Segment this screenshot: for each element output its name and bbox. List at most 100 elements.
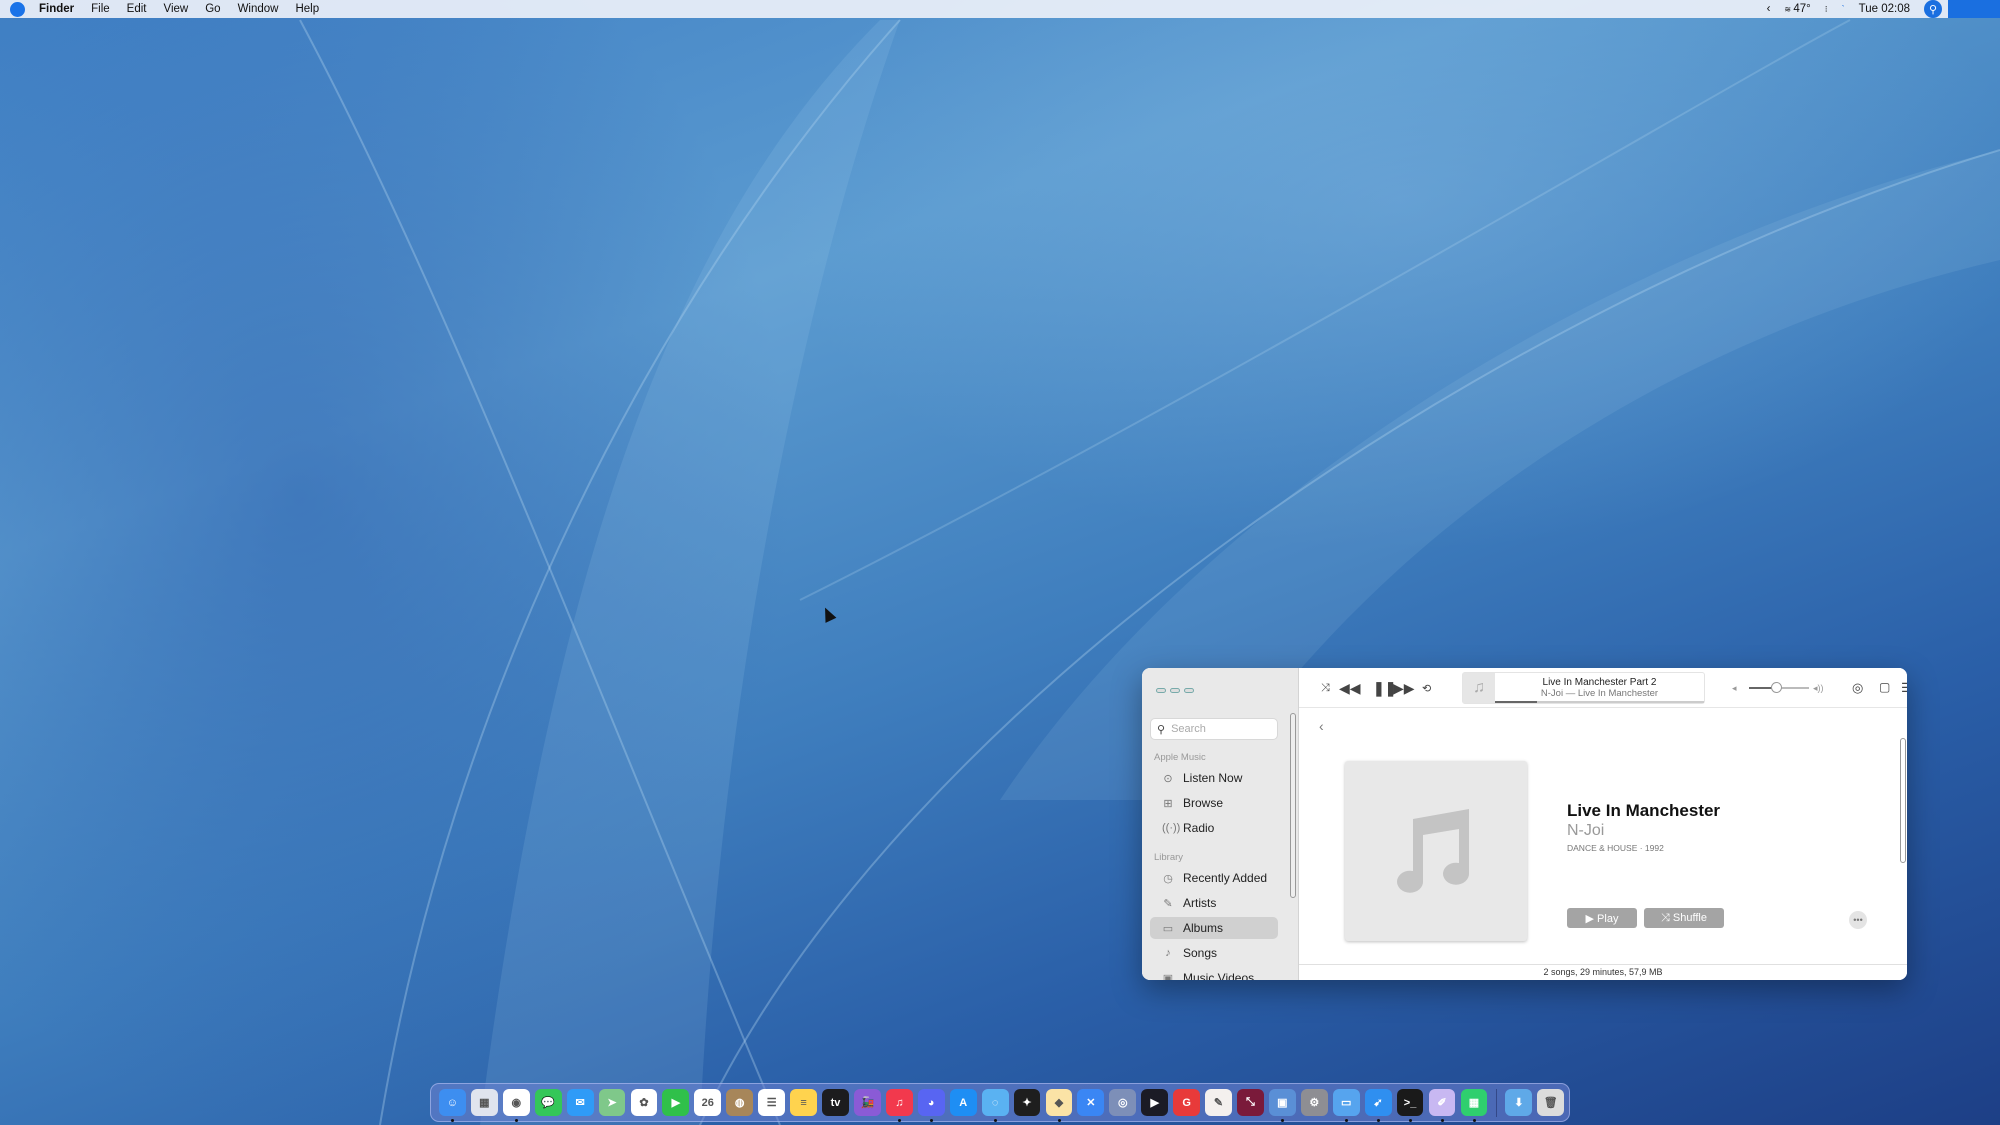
dock-glyph: ♫ <box>895 1096 904 1109</box>
menu-file[interactable]: File <box>91 3 110 15</box>
sidebar-item-label: Albums <box>1183 921 1224 935</box>
dock-terminal-icon[interactable]: >_ <box>1396 1089 1424 1122</box>
dock-photos-icon[interactable]: ✿ <box>630 1089 658 1116</box>
dock-contacts-icon[interactable]: ◍ <box>726 1089 754 1116</box>
dock-music-icon[interactable]: ♫ <box>885 1089 913 1122</box>
dock-color-grid-icon[interactable]: ▦ <box>1460 1089 1488 1122</box>
play-button[interactable]: ▶ Play <box>1567 908 1637 928</box>
dock-safari-icon[interactable]: ➹ <box>1364 1089 1392 1122</box>
lyrics-icon[interactable]: ▢ <box>1879 680 1890 694</box>
clock[interactable]: Tue 02:08 <box>1859 3 1910 15</box>
dock-glyph: ◎ <box>1117 1097 1128 1109</box>
dock-red-app-icon[interactable]: G <box>1173 1089 1201 1116</box>
more-options-button[interactable]: ••• <box>1849 911 1867 929</box>
menu-bar: Finder File Edit View Go Window Help ‹ ≋… <box>0 0 2000 18</box>
section-library: Library <box>1154 852 1184 863</box>
next-icon[interactable]: ▶▶ <box>1393 680 1415 697</box>
volume-knob[interactable] <box>1771 682 1782 693</box>
sidebar-item-radio[interactable]: ((·)) Radio <box>1150 817 1278 839</box>
previous-icon[interactable]: ◀◀ <box>1339 680 1361 697</box>
menu-help[interactable]: Help <box>295 3 319 15</box>
sidebar-item-listen-now[interactable]: ⊙ Listen Now <box>1150 767 1278 789</box>
menu-app-finder[interactable]: Finder <box>39 3 74 15</box>
dock-sketch-icon[interactable]: ◆ <box>1045 1089 1073 1122</box>
shuffle-button[interactable]: ⤨ Shuffle <box>1644 908 1724 928</box>
sidebar-item-label: Music Videos <box>1183 971 1255 980</box>
dock-calendar-icon[interactable]: 26 <box>694 1089 722 1116</box>
volume-high-icon: ◂)) <box>1813 683 1824 693</box>
dock-remote-desktop-icon[interactable]: ⤡ <box>1237 1089 1264 1116</box>
dock-app-store-icon[interactable]: A <box>949 1089 977 1116</box>
dock-vinyl-app-icon[interactable]: ◎ <box>1109 1089 1137 1116</box>
status-item-icon[interactable]: ⁝ <box>1825 4 1828 15</box>
repeat-icon[interactable]: ⟲ <box>1422 682 1431 695</box>
dock-glyph: ◍ <box>734 1097 745 1109</box>
close-button[interactable] <box>1156 688 1166 693</box>
dock-mail-icon[interactable]: ✉ <box>566 1089 594 1116</box>
zoom-button[interactable] <box>1184 688 1194 693</box>
dock-apple-tv-icon[interactable]: tv <box>822 1089 849 1116</box>
back-chevron-icon[interactable]: ‹ <box>1319 718 1324 734</box>
activity-icon[interactable]: ` <box>1842 4 1845 14</box>
microphone-icon: ✎ <box>1163 897 1173 910</box>
dock-loader-app-icon[interactable]: ◌ <box>981 1089 1009 1122</box>
menu-view[interactable]: View <box>164 3 189 15</box>
dock-separator <box>1496 1088 1498 1117</box>
dock-maps-icon[interactable]: ➤ <box>598 1089 626 1116</box>
playback-progress-bar[interactable] <box>1495 701 1704 703</box>
sidebar-item-albums[interactable]: ▭ Albums <box>1150 917 1278 939</box>
dock-glyph: ▦ <box>1468 1097 1480 1109</box>
now-playing-display[interactable]: ♫ Live In Manchester Part 2 N-Joi — Live… <box>1462 672 1705 704</box>
menu-go[interactable]: Go <box>205 3 220 15</box>
sidebar-item-artists[interactable]: ✎ Artists <box>1150 892 1278 914</box>
sidebar-item-recently-added[interactable]: ◷ Recently Added <box>1150 867 1278 889</box>
dock-system-preferences-icon[interactable]: ⚙ <box>1300 1089 1328 1116</box>
search-input[interactable]: ⚲ Search <box>1150 718 1278 740</box>
dock-preview-icon[interactable]: ▣ <box>1268 1089 1296 1122</box>
dock: ☺ ▦ ◉ 💬 ✉ ➤ ✿ ▶ 26 ◍ ☰ ≡ tv 🚂 ♫ ◕ A ◌ ✦ ◆ ✕ ◎ ▶ G ✎ ⤡ ▣ ⚙ ▭ ➹ >_ ✐ ▦ ⬇ 🗑 <box>430 1083 1570 1122</box>
spotlight-search-icon[interactable]: ⚲ <box>1924 0 1942 18</box>
album-artwork[interactable] <box>1345 761 1527 941</box>
dock-downloads-icon[interactable]: ⬇ <box>1505 1089 1533 1116</box>
dock-figma-icon[interactable]: ✦ <box>1013 1089 1041 1116</box>
dock-xcode-tools-icon[interactable]: ✕ <box>1077 1089 1105 1116</box>
mouse-cursor-icon <box>819 605 837 623</box>
sidebar-item-browse[interactable]: ⊞ Browse <box>1150 792 1278 814</box>
dock-glyph: A <box>959 1096 968 1109</box>
dock-design-app-icon[interactable]: ✐ <box>1428 1089 1456 1122</box>
volume-slider[interactable] <box>1749 682 1809 693</box>
dock-discord-icon[interactable]: ◕ <box>917 1089 945 1122</box>
apple-menu-icon[interactable] <box>10 1 25 17</box>
sidebar-item-music-videos[interactable]: ▣ Music Videos <box>1150 967 1278 980</box>
dock-glyph: 🗑 <box>1543 1097 1558 1109</box>
dock-pixelmator-icon[interactable]: ✎ <box>1205 1089 1232 1116</box>
dock-facetime-icon[interactable]: ▶ <box>662 1089 690 1116</box>
dock-glyph: ✉ <box>575 1097 585 1109</box>
dock-glyph: ✿ <box>639 1097 649 1109</box>
dock-trash-icon[interactable]: 🗑 <box>1537 1089 1565 1116</box>
airplay-icon[interactable]: ◎ <box>1852 680 1863 696</box>
sidebar-scrollbar[interactable] <box>1290 713 1296 898</box>
dock-notes-icon[interactable]: ≡ <box>790 1089 817 1116</box>
album-artist[interactable]: N-Joi <box>1567 822 1604 840</box>
dock-chrome-icon[interactable]: ◉ <box>502 1089 530 1122</box>
dock-glyph: ≡ <box>800 1096 807 1109</box>
dock-simulator-icon[interactable]: ▭ <box>1332 1089 1360 1122</box>
menu-edit[interactable]: Edit <box>127 3 147 15</box>
weather-status[interactable]: ≋ 47° <box>1784 3 1810 15</box>
menu-window[interactable]: Window <box>238 3 279 15</box>
queue-list-icon[interactable]: ☰ <box>1901 680 1907 696</box>
dock-reminders-icon[interactable]: ☰ <box>758 1089 786 1116</box>
running-indicator <box>1472 1119 1476 1122</box>
sidebar-item-label: Artists <box>1183 896 1217 910</box>
minimize-button[interactable] <box>1170 688 1180 693</box>
dock-launchpad-icon[interactable]: ▦ <box>470 1089 498 1116</box>
chevron-left-icon[interactable]: ‹ <box>1767 3 1771 15</box>
dock-messages-icon[interactable]: 💬 <box>534 1089 562 1116</box>
dock-train-app-icon[interactable]: 🚂 <box>853 1089 881 1116</box>
shuffle-icon[interactable]: ⤨ <box>1321 682 1330 695</box>
dock-infuse-icon[interactable]: ▶ <box>1141 1089 1169 1116</box>
sidebar-item-songs[interactable]: ♪ Songs <box>1150 942 1278 964</box>
dock-finder-icon[interactable]: ☺ <box>439 1089 466 1122</box>
main-scrollbar[interactable] <box>1900 738 1906 863</box>
